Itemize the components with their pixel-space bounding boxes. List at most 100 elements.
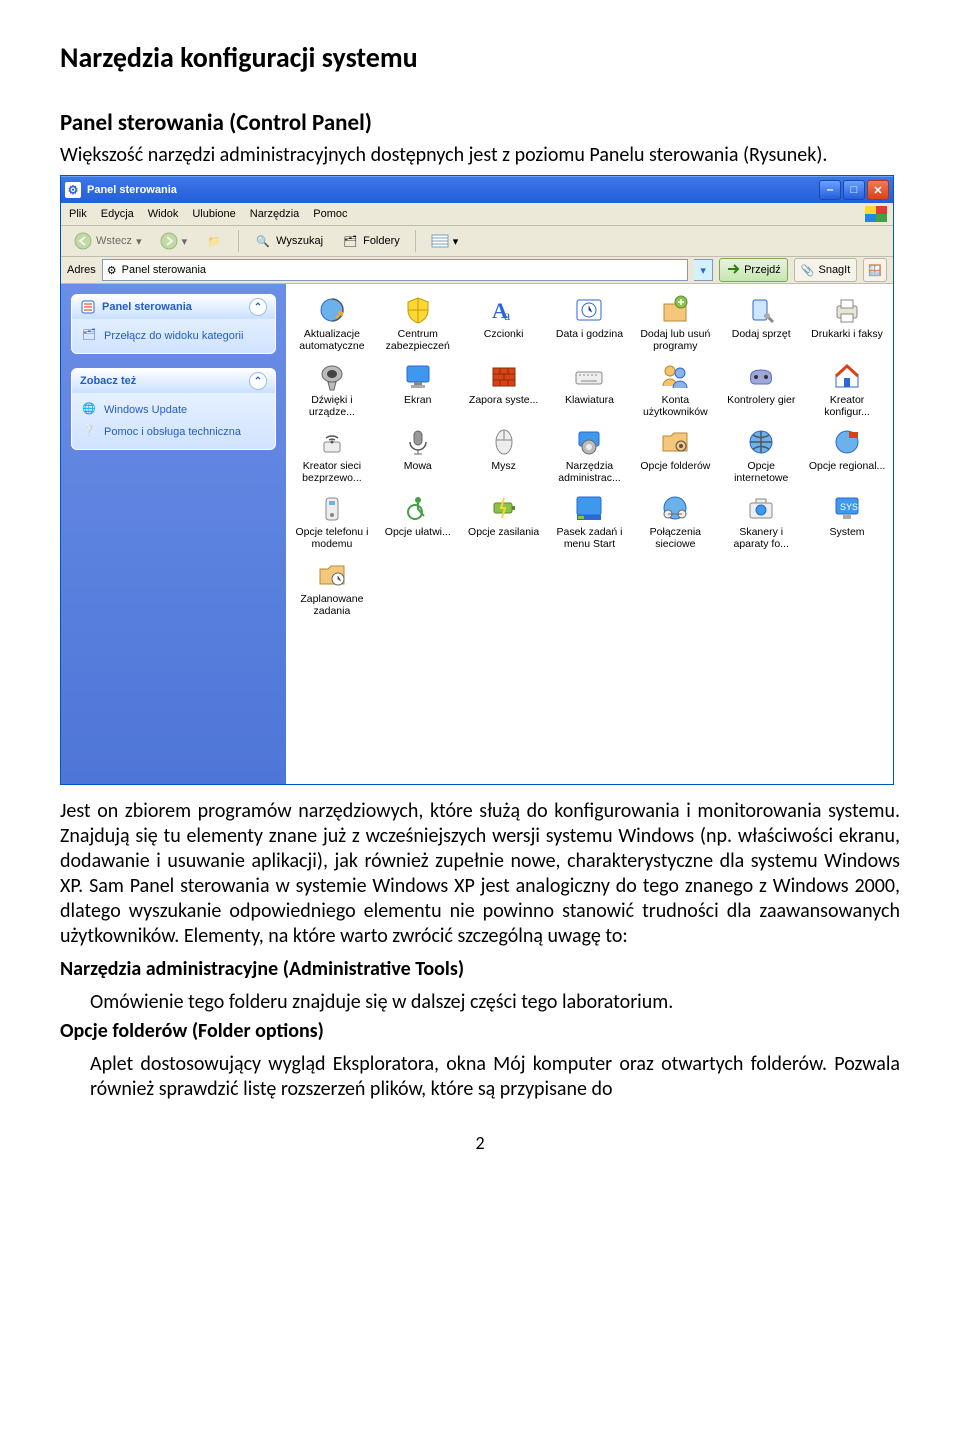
- window-title: Panel sterowania: [87, 184, 819, 196]
- minimize-button[interactable]: ‒: [819, 180, 841, 200]
- collapse-button[interactable]: ⌃: [249, 298, 267, 316]
- cp-item-shield[interactable]: Centrum zabezpieczeń: [376, 292, 460, 354]
- cp-item-network[interactable]: Połączenia sieciowe: [633, 490, 717, 552]
- folders-button[interactable]: 🗂 Foldery: [334, 228, 407, 254]
- users-icon: [659, 360, 691, 392]
- cp-item-globe[interactable]: Opcje internetowe: [719, 424, 803, 486]
- system-icon: SYS: [831, 492, 863, 524]
- see-also-pane: Zobacz też ⌃ 🌐 Windows Update ❔ Pomoc i …: [71, 368, 276, 450]
- up-button[interactable]: 📁: [198, 228, 230, 254]
- cp-item-label: System: [830, 526, 865, 538]
- close-button[interactable]: ✕: [867, 180, 889, 200]
- menu-view[interactable]: Widok: [148, 208, 179, 220]
- back-button[interactable]: Wstecz ▾: [67, 228, 149, 254]
- cp-item-printer[interactable]: Drukarki i faksy: [805, 292, 889, 354]
- go-button[interactable]: Przejdź: [719, 258, 788, 282]
- maximize-button[interactable]: □: [843, 180, 865, 200]
- cp-item-folder-gear[interactable]: Opcje folderów: [633, 424, 717, 486]
- collapse-button[interactable]: ⌃: [249, 372, 267, 390]
- icon-grid: Aktualizacje automatyczneCentrum zabezpi…: [290, 292, 889, 619]
- cp-item-access[interactable]: Opcje ułatwi...: [376, 490, 460, 552]
- window-content: Panel sterowania ⌃ 🗂 Przełącz do widoku …: [61, 284, 893, 784]
- switch-view-link[interactable]: 🗂 Przełącz do widoku kategorii: [80, 325, 267, 347]
- forward-icon: [160, 232, 178, 250]
- address-field[interactable]: ⚙ Panel sterowania: [102, 259, 688, 281]
- dropdown-icon: ▾: [182, 235, 188, 248]
- cp-item-system[interactable]: SYS System: [805, 490, 889, 552]
- access-icon: [402, 492, 434, 524]
- cp-item-wifi[interactable]: Kreator sieci bezprzewo...: [290, 424, 374, 486]
- cp-item-label: Skanery i aparaty fo...: [721, 526, 801, 550]
- cp-item-taskbar[interactable]: Pasek zadań i menu Start: [548, 490, 632, 552]
- cp-item-label: Połączenia sieciowe: [635, 526, 715, 550]
- wifi-icon: [316, 426, 348, 458]
- printer-icon: [831, 294, 863, 326]
- toolbar-separator: [415, 230, 416, 252]
- cp-item-label: Drukarki i faksy: [811, 328, 883, 340]
- cp-item-battery[interactable]: Opcje zasilania: [462, 490, 546, 552]
- cp-item-label: Narzędzia administrac...: [550, 460, 630, 484]
- cp-item-label: Mysz: [491, 460, 516, 472]
- go-icon: [726, 262, 740, 279]
- cp-item-font[interactable]: AaCzcionki: [462, 292, 546, 354]
- dropdown-icon: ▾: [136, 235, 142, 248]
- cp-item-globe-flag[interactable]: Opcje regional...: [805, 424, 889, 486]
- cp-item-label: Zaplanowane zadania: [292, 593, 372, 617]
- taskbar-icon: [573, 492, 605, 524]
- pane-header: Zobacz też ⌃: [72, 369, 275, 393]
- forward-button[interactable]: ▾: [153, 228, 195, 254]
- back-icon: [74, 232, 92, 250]
- cp-item-keyboard[interactable]: Klawiatura: [548, 358, 632, 420]
- cp-item-label: Zapora syste...: [469, 394, 538, 406]
- cp-item-box-plus[interactable]: Dodaj lub usuń programy: [633, 292, 717, 354]
- cp-item-gamepad[interactable]: Kontrolery gier: [719, 358, 803, 420]
- dropdown-icon: ▾: [453, 235, 459, 248]
- sub-paragraph: Aplet dostosowujący wygląd Eksploratora,…: [90, 1052, 900, 1102]
- sub-paragraph: Omówienie tego folderu znajduje się w da…: [90, 990, 900, 1015]
- views-button[interactable]: ▾: [424, 228, 466, 254]
- control-panel-window: ⚙ Panel sterowania ‒ □ ✕ Plik Edycja Wid…: [60, 175, 894, 785]
- cp-item-monitor[interactable]: Ekran: [376, 358, 460, 420]
- cp-item-phone[interactable]: Opcje telefonu i modemu: [290, 490, 374, 552]
- camera-icon: [745, 492, 777, 524]
- menu-edit[interactable]: Edycja: [101, 208, 134, 220]
- menu-help[interactable]: Pomoc: [313, 208, 347, 220]
- cp-item-mouse[interactable]: Mysz: [462, 424, 546, 486]
- battery-icon: [488, 492, 520, 524]
- cp-item-globe-arrow[interactable]: Aktualizacje automatyczne: [290, 292, 374, 354]
- cp-item-speaker[interactable]: Dźwięki i urządze...: [290, 358, 374, 420]
- folder-gear-icon: [659, 426, 691, 458]
- monitor-icon: [402, 360, 434, 392]
- body-paragraph: Jest on zbiorem programów narzędziowych,…: [60, 799, 900, 949]
- phone-icon: [316, 492, 348, 524]
- help-support-link[interactable]: ❔ Pomoc i obsługa techniczna: [80, 421, 267, 443]
- address-dropdown[interactable]: ▾: [694, 259, 713, 281]
- control-panel-pane: Panel sterowania ⌃ 🗂 Przełącz do widoku …: [71, 294, 276, 354]
- tools-icon: [573, 426, 605, 458]
- tasks-sidebar: Panel sterowania ⌃ 🗂 Przełącz do widoku …: [61, 284, 286, 784]
- speaker-icon: [316, 360, 348, 392]
- svg-text:SYS: SYS: [840, 502, 858, 512]
- windows-update-link[interactable]: 🌐 Windows Update: [80, 399, 267, 421]
- cp-item-label: Opcje folderów: [640, 460, 710, 472]
- globe-icon: 🌐: [82, 402, 98, 418]
- cp-item-camera[interactable]: Skanery i aparaty fo...: [719, 490, 803, 552]
- cp-item-label: Centrum zabezpieczeń: [378, 328, 458, 352]
- menu-file[interactable]: Plik: [69, 208, 87, 220]
- menu-favorites[interactable]: Ulubione: [192, 208, 235, 220]
- cp-item-wrench[interactable]: Dodaj sprzęt: [719, 292, 803, 354]
- cp-item-tools[interactable]: Narzędzia administrac...: [548, 424, 632, 486]
- cp-item-label: Opcje ułatwi...: [385, 526, 451, 538]
- views-icon: [431, 232, 449, 250]
- cp-item-schedule[interactable]: Zaplanowane zadania: [290, 557, 374, 619]
- snagit-extra-button[interactable]: 🪟: [863, 258, 887, 282]
- snagit-button[interactable]: 📎 SnagIt: [794, 258, 858, 282]
- cp-item-firewall[interactable]: Zapora syste...: [462, 358, 546, 420]
- search-button[interactable]: 🔍 Wyszukaj: [247, 228, 330, 254]
- cp-item-clock[interactable]: Data i godzina: [548, 292, 632, 354]
- subheading-folder-options: Opcje folderów (Folder options): [60, 1019, 900, 1044]
- cp-item-house[interactable]: Kreator konfigur...: [805, 358, 889, 420]
- cp-item-mic[interactable]: Mowa: [376, 424, 460, 486]
- cp-item-users[interactable]: Konta użytkowników: [633, 358, 717, 420]
- menu-tools[interactable]: Narzędzia: [250, 208, 300, 220]
